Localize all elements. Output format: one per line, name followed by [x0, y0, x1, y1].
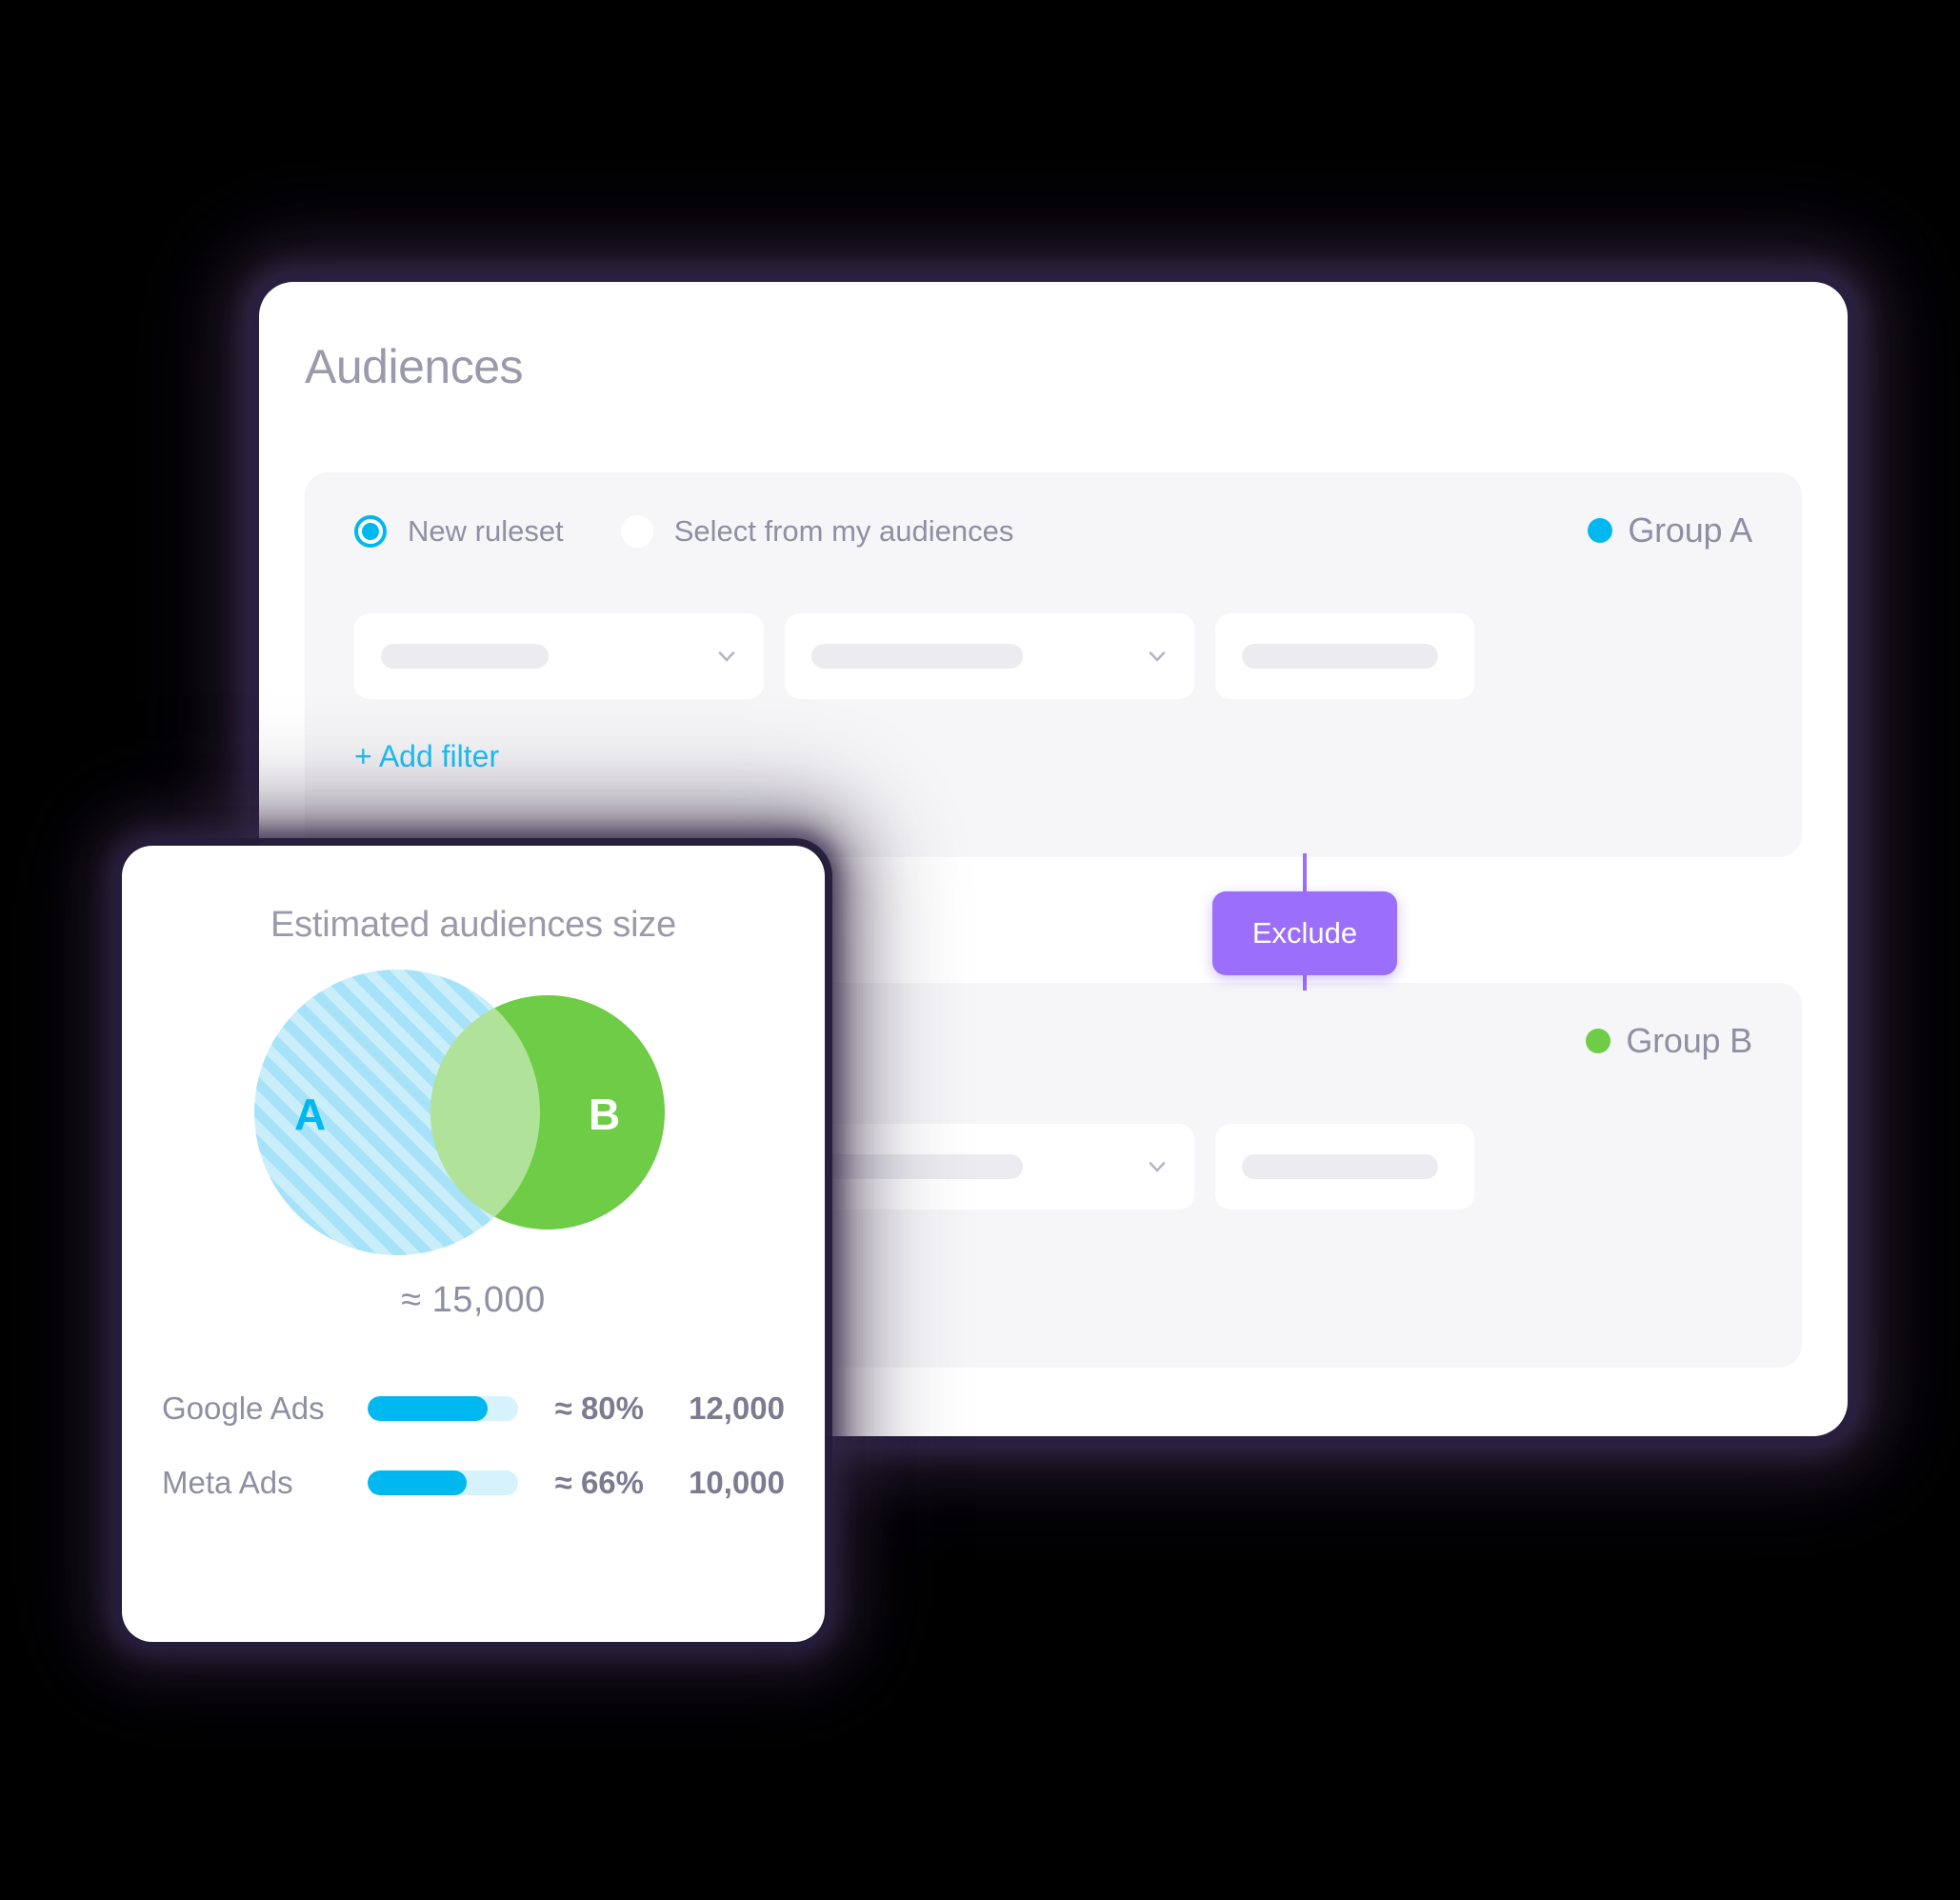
- ruleset-mode-radio-group: New ruleset Select from my audiences: [354, 514, 1013, 549]
- page-title: Audiences: [305, 340, 524, 393]
- radio-unselected-icon[interactable]: [620, 515, 653, 548]
- group-a-label: Group A: [1628, 510, 1752, 550]
- platform-progress-fill: [368, 1396, 489, 1421]
- group-a-filter-field-1[interactable]: [354, 613, 764, 699]
- add-filter-link[interactable]: + Add filter: [354, 739, 499, 774]
- platform-percent: ≈ 66%: [554, 1465, 644, 1500]
- estimated-audience-size-card: Estimated audiences size A B ≈ 15,000 Go…: [122, 846, 825, 1642]
- platform-progress-bar: [368, 1470, 518, 1495]
- platform-name: Meta Ads: [162, 1465, 293, 1500]
- chevron-down-icon[interactable]: [714, 644, 739, 669]
- group-a-filter-row: [354, 613, 1474, 699]
- venn-diagram: A B: [226, 970, 721, 1255]
- group-a-panel: New ruleset Select from my audiences Gro…: [305, 472, 1802, 857]
- venn-label-b: B: [589, 1090, 620, 1139]
- group-b-label: Group B: [1626, 1021, 1752, 1060]
- group-b-filter-field-3[interactable]: [1215, 1124, 1474, 1210]
- placeholder-bar: [381, 644, 549, 669]
- chevron-down-icon[interactable]: [1145, 644, 1170, 669]
- group-a-filter-field-3[interactable]: [1215, 613, 1474, 699]
- exclude-button[interactable]: Exclude: [1212, 891, 1397, 975]
- platform-count: 12,000: [689, 1390, 785, 1426]
- placeholder-bar: [1242, 1154, 1438, 1179]
- chevron-down-icon[interactable]: [1145, 1154, 1170, 1179]
- platform-row-meta-ads: Meta Ads ≈ 66% 10,000: [162, 1455, 785, 1510]
- placeholder-bar: [811, 644, 1023, 669]
- platform-progress-bar: [368, 1396, 518, 1421]
- platform-count: 10,000: [689, 1465, 785, 1500]
- group-a-tag: Group A: [1588, 510, 1752, 550]
- radio-label-new-ruleset: New ruleset: [408, 514, 564, 548]
- placeholder-bar: [1242, 644, 1438, 669]
- platform-row-google-ads: Google Ads ≈ 80% 12,000: [162, 1381, 785, 1436]
- group-b-filter-field-2[interactable]: [785, 1124, 1194, 1210]
- group-b-color-dot: [1586, 1029, 1611, 1053]
- platform-name: Google Ads: [162, 1390, 325, 1426]
- radio-label-select-audiences: Select from my audiences: [673, 514, 1014, 548]
- radio-selected-icon[interactable]: [354, 515, 387, 548]
- platform-progress-fill: [368, 1470, 468, 1495]
- group-a-filter-field-2[interactable]: [785, 613, 1194, 699]
- placeholder-bar: [811, 1154, 1023, 1179]
- estimate-card-title: Estimated audiences size: [270, 905, 677, 945]
- group-a-color-dot: [1588, 518, 1613, 543]
- venn-label-a: A: [294, 1090, 326, 1139]
- group-b-tag: Group B: [1586, 1021, 1752, 1061]
- radio-option-select-audiences[interactable]: Select from my audiences: [620, 514, 1014, 549]
- platform-percent: ≈ 80%: [554, 1390, 644, 1426]
- estimated-total-value: ≈ 15,000: [401, 1280, 546, 1320]
- radio-option-new-ruleset[interactable]: New ruleset: [354, 514, 564, 549]
